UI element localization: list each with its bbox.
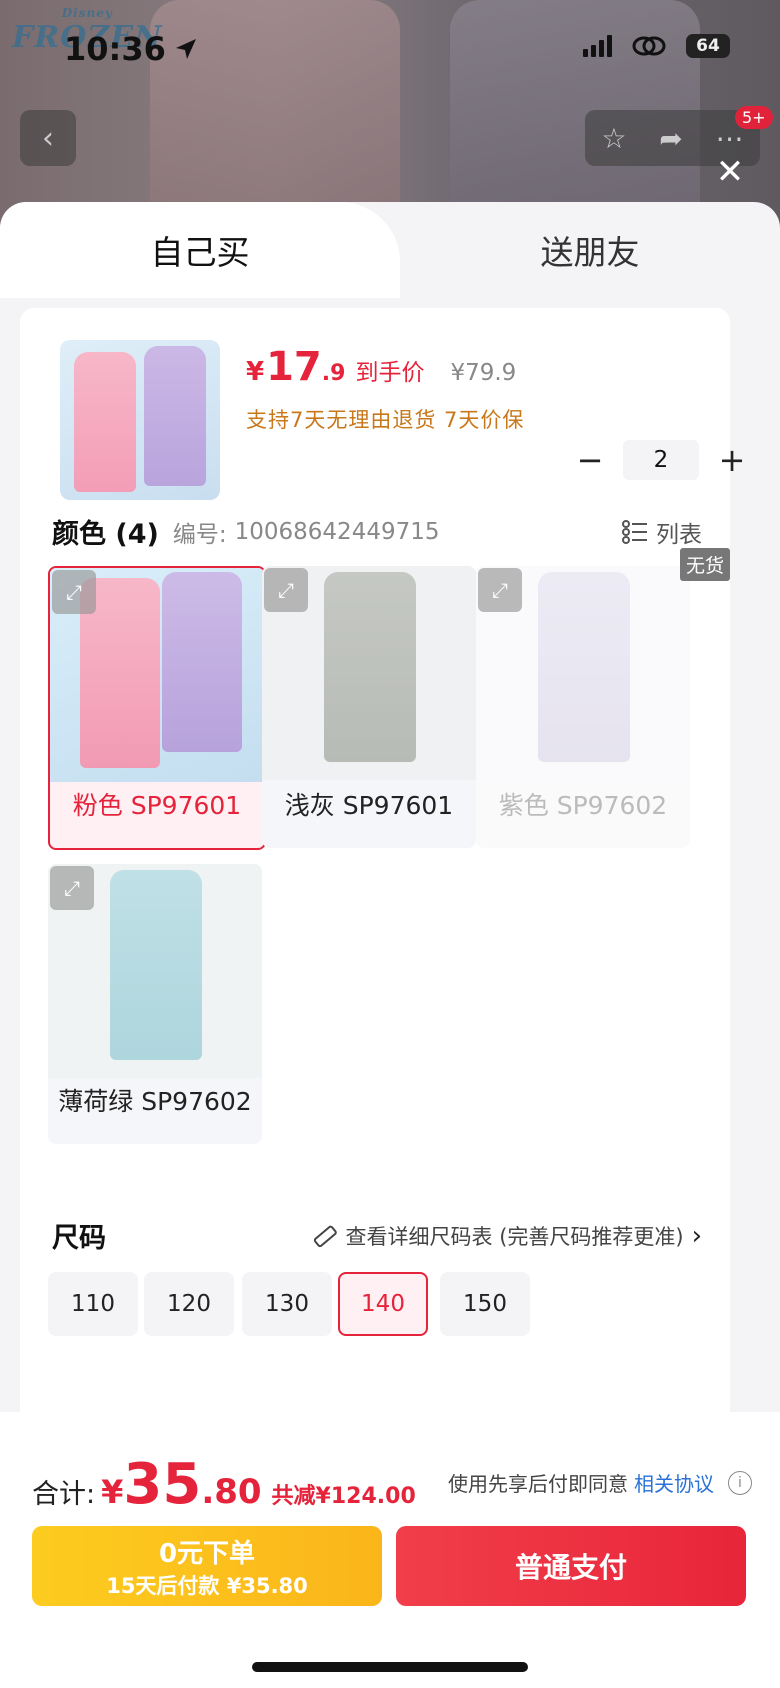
size-option-110[interactable]: 110 xyxy=(48,1272,138,1336)
list-view-toggle[interactable]: 列表 xyxy=(622,515,702,549)
tab-gift-friend[interactable]: 送朋友 xyxy=(400,202,780,298)
size-section-header: 尺码 查看详细尺码表 (完善尺码推荐更准) › xyxy=(52,1216,702,1255)
logo-small-text: Disney xyxy=(61,6,113,20)
cellular-signal-icon xyxy=(583,35,612,57)
price-row: ¥ 17 .9 到手价 ¥79.9 xyxy=(246,344,516,390)
expand-icon[interactable]: ⤢ xyxy=(50,866,94,910)
total-decimal: .80 xyxy=(201,1472,262,1512)
price-decimal: .9 xyxy=(321,361,346,386)
final-price-label: 到手价 xyxy=(355,360,425,386)
color-option-label: 薄荷绿 SP97602 xyxy=(58,1087,252,1116)
checkout-footer: 合计: ¥ 35 .80 共减¥124.00 使用先享后付即同意 相关协议 i 0… xyxy=(0,1412,780,1688)
pay-later-subtitle: 15天后付款 ¥35.80 xyxy=(106,1573,308,1598)
agreement-text: 使用先享后付即同意 xyxy=(448,1472,628,1496)
service-promise: 支持7天无理由退货 7天价保 xyxy=(246,408,525,432)
quantity-stepper: − 2 + xyxy=(575,440,747,480)
link-icon xyxy=(632,36,666,56)
sku-card: ¥ 17 .9 到手价 ¥79.9 支持7天无理由退货 7天价保 − 2 + 颜… xyxy=(20,308,745,1508)
size-option-150[interactable]: 150 xyxy=(440,1272,530,1336)
total-label: 合计: xyxy=(32,1479,96,1510)
chevron-right-icon: › xyxy=(691,1220,702,1251)
notification-badge: 5+ xyxy=(735,106,773,129)
agreement-notice: 使用先享后付即同意 相关协议 i xyxy=(448,1468,752,1497)
original-price: ¥79.9 xyxy=(450,360,517,386)
normal-pay-button[interactable]: 普通支付 xyxy=(396,1526,746,1606)
total-integer: 35 xyxy=(123,1452,202,1517)
color-option-label: 浅灰 SP97601 xyxy=(284,791,454,820)
color-option-lightgray[interactable]: ⤢ 浅灰 SP97601 xyxy=(262,566,476,848)
list-label: 列表 xyxy=(656,521,702,548)
color-option-mint[interactable]: ⤢ 薄荷绿 SP97602 xyxy=(48,864,262,1144)
battery-icon: 64 xyxy=(686,34,730,58)
color-option-pink[interactable]: ⤢ 粉色 SP97601 xyxy=(48,566,266,850)
size-title: 尺码 xyxy=(52,1223,106,1254)
purchase-tabs: 自己买 送朋友 xyxy=(0,202,780,298)
increase-button[interactable]: + xyxy=(717,441,747,479)
color-option-label: 粉色 SP97601 xyxy=(72,791,242,820)
chevron-left-icon: ‹ xyxy=(42,120,54,156)
price-symbol: ¥ xyxy=(246,357,265,387)
total-symbol: ¥ xyxy=(101,1473,124,1511)
back-button[interactable]: ‹ xyxy=(20,110,76,166)
status-time-text: 10:36 xyxy=(64,30,166,68)
close-icon[interactable]: ✕ xyxy=(710,152,750,192)
status-time: 10:36 xyxy=(64,30,198,68)
code-value: 10068642449715 xyxy=(234,518,440,545)
color-section-header: 颜色 (4) 编号: 10068642449715 列表 xyxy=(52,512,702,551)
quantity-input[interactable]: 2 xyxy=(623,440,699,480)
size-chart-link[interactable]: 查看详细尺码表 (完善尺码推荐更准) › xyxy=(312,1221,702,1251)
color-title: 颜色 (4) xyxy=(52,519,159,550)
share-icon[interactable]: ➦ xyxy=(659,122,682,155)
size-option-130[interactable]: 130 xyxy=(242,1272,332,1336)
expand-icon[interactable]: ⤢ xyxy=(478,568,522,612)
star-icon[interactable]: ☆ xyxy=(601,122,626,155)
out-of-stock-badge: 无货 xyxy=(680,548,730,581)
pay-later-button[interactable]: 0元下单 15天后付款 ¥35.80 xyxy=(32,1526,382,1606)
expand-icon[interactable]: ⤢ xyxy=(52,570,96,614)
size-option-140[interactable]: 140 xyxy=(338,1272,428,1336)
price-integer: 17 xyxy=(266,344,322,390)
color-option-purple[interactable]: ⤢ 紫色 SP97602 xyxy=(476,566,690,848)
expand-icon[interactable]: ⤢ xyxy=(264,568,308,612)
code-label: 编号: xyxy=(172,521,227,548)
total-discount: 共减¥124.00 xyxy=(271,1484,416,1509)
location-arrow-icon xyxy=(175,39,196,59)
agreement-link[interactable]: 相关协议 xyxy=(634,1468,714,1497)
color-option-label: 紫色 SP97602 xyxy=(498,791,668,820)
size-chart-text: 查看详细尺码表 (完善尺码推荐更准) xyxy=(345,1224,684,1249)
list-icon xyxy=(622,519,647,544)
total-price: 合计: ¥ 35 .80 共减¥124.00 xyxy=(32,1452,416,1517)
battery-level: 64 xyxy=(696,36,720,56)
pay-later-title: 0元下单 xyxy=(158,1538,256,1569)
product-thumbnail[interactable] xyxy=(60,340,220,500)
status-indicators: 64 xyxy=(583,34,730,58)
decrease-button[interactable]: − xyxy=(575,441,605,479)
tab-buy-self[interactable]: 自己买 xyxy=(0,202,400,298)
ruler-icon xyxy=(313,1225,337,1247)
info-icon[interactable]: i xyxy=(728,1470,752,1495)
size-option-120[interactable]: 120 xyxy=(144,1272,234,1336)
home-indicator xyxy=(252,1662,528,1672)
